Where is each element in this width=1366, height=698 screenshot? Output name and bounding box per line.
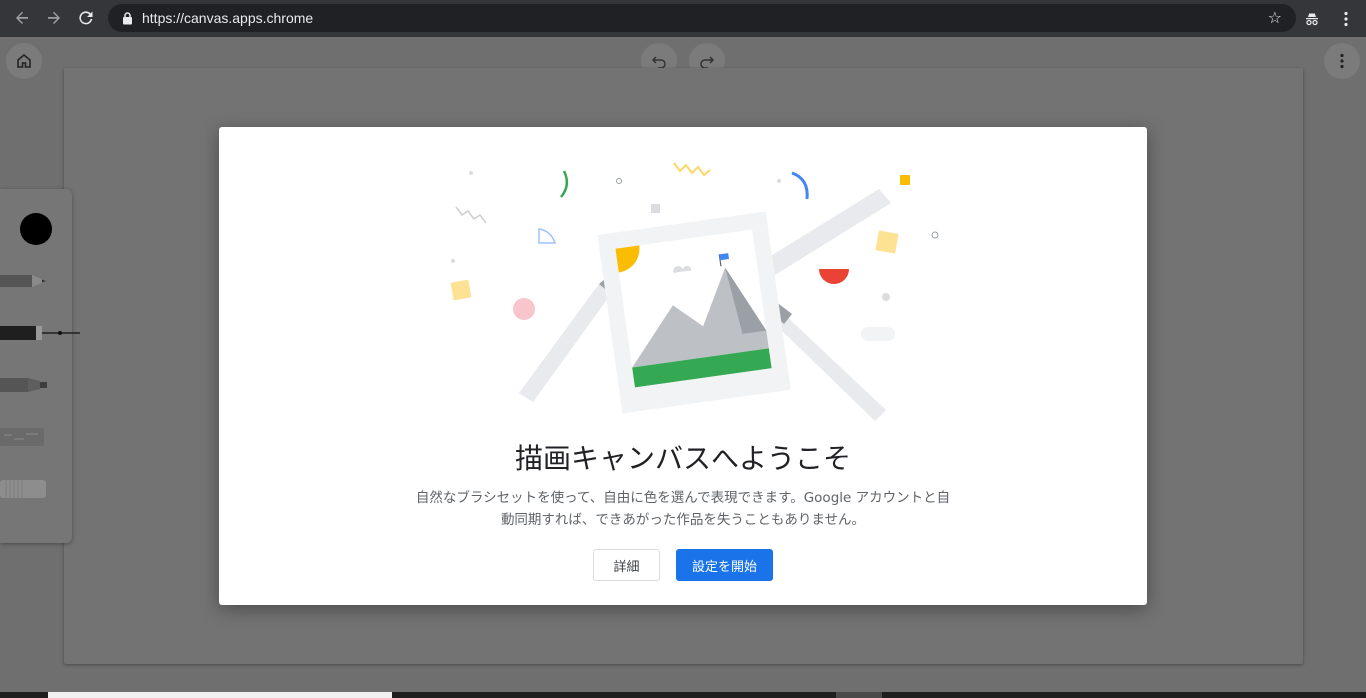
reload-icon [79,11,93,25]
arrow-left-icon [16,11,28,24]
taskbar-segment [836,692,882,698]
incognito-icon[interactable] [1298,5,1326,33]
browser-menu-button[interactable] [1332,5,1360,33]
welcome-illustration [450,162,939,421]
browser-toolbar: https://canvas.apps.chrome ☆ [0,0,1366,37]
taskbar-segment [48,692,392,698]
welcome-dialog: 描画キャンバスへようこそ 自然なブラシセットを使って、自由に色を選んで表現できま… [219,127,1147,605]
welcome-description-line1: 自然なブラシセットを使って、自由に色を選んで表現できます。Google アカウン… [415,490,951,506]
forward-button[interactable] [38,2,70,34]
more-vert-icon [1340,53,1344,69]
start-setup-button[interactable]: 設定を開始 [676,549,773,581]
reload-button[interactable] [70,2,102,34]
eraser-tool[interactable] [0,477,50,501]
more-vert-icon [1344,11,1348,26]
welcome-description-line2: 動同期すれば、できあがった作品を失うこともありません。 [500,512,866,528]
details-button[interactable]: 詳細 [593,549,660,581]
pencil-tool[interactable] [0,269,50,293]
redo-icon [700,56,715,69]
tool-panel [0,189,80,543]
home-button[interactable] [6,43,42,79]
app-menu-button[interactable] [1324,43,1360,79]
arrow-right-icon [48,11,60,24]
marker-tool[interactable] [0,373,50,397]
welcome-title: 描画キャンバスへようこそ [514,442,851,475]
star-icon[interactable]: ☆ [1268,8,1282,27]
url-text: https://canvas.apps.chrome [142,10,314,26]
pen-tool[interactable] [0,321,82,345]
chalk-tool[interactable] [0,425,50,449]
color-swatch[interactable] [20,213,52,245]
home-icon [17,53,31,68]
lock-icon [120,11,134,25]
taskbar-strip [0,692,1366,698]
welcome-description: 自然なブラシセットを使って、自由に色を選んで表現できます。Google アカウン… [403,487,963,531]
undo-icon [651,56,666,69]
back-button[interactable] [6,2,38,34]
address-bar[interactable]: https://canvas.apps.chrome ☆ [108,4,1296,32]
